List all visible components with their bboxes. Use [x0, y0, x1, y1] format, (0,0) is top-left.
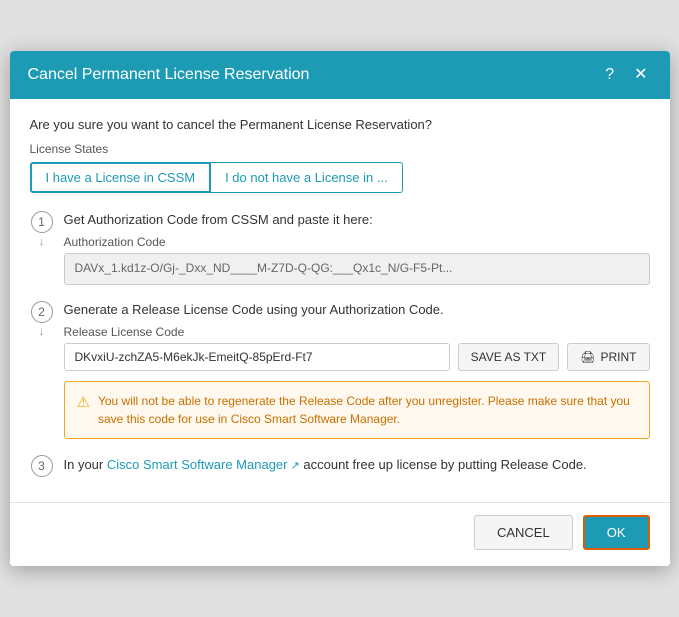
header-actions: ? ✕: [601, 65, 651, 85]
step-2-row: 2 ↓ Generate a Release License Code usin…: [30, 301, 650, 449]
step3-before: In your: [64, 457, 107, 472]
confirm-text: Are you sure you want to cancel the Perm…: [30, 117, 650, 132]
help-button[interactable]: ?: [601, 65, 618, 85]
dialog-header: Cancel Permanent License Reservation ? ✕: [10, 51, 670, 99]
step-1-circle: 1: [31, 211, 53, 233]
release-code-label: Release License Code: [64, 325, 650, 339]
tab-no-license[interactable]: I do not have a License in ...: [211, 162, 403, 193]
ok-button[interactable]: OK: [583, 515, 650, 550]
dialog-title: Cancel Permanent License Reservation: [28, 66, 310, 84]
step-2-arrow: ↓: [39, 325, 45, 337]
step-3-indicator: 3: [30, 455, 54, 477]
step-1-description: Get Authorization Code from CSSM and pas…: [64, 211, 650, 229]
license-tab-group: I have a License in CSSM I do not have a…: [30, 162, 650, 193]
dialog-body: Are you sure you want to cancel the Perm…: [10, 99, 670, 503]
license-states-label: License States: [30, 142, 650, 156]
step3-after: account free up license by putting Relea…: [300, 457, 587, 472]
save-as-txt-button[interactable]: SAVE AS TXT: [458, 343, 560, 371]
warning-icon: ⚠: [77, 393, 90, 411]
step-2-indicator: 2 ↓: [30, 301, 54, 337]
close-button[interactable]: ✕: [630, 65, 651, 85]
step-3-content: In your Cisco Smart Software Manager acc…: [64, 455, 650, 485]
step-1-row: 1 ↓ Get Authorization Code from CSSM and…: [30, 211, 650, 295]
auth-code-label: Authorization Code: [64, 235, 650, 249]
step-3-circle: 3: [31, 455, 53, 477]
step-3-text: In your Cisco Smart Software Manager acc…: [64, 455, 650, 475]
step-2-circle: 2: [31, 301, 53, 323]
dialog-footer: CANCEL OK: [10, 502, 670, 566]
step-1-indicator: 1 ↓: [30, 211, 54, 247]
step-1-arrow: ↓: [39, 235, 45, 247]
step-1-content: Get Authorization Code from CSSM and pas…: [64, 211, 650, 295]
print-icon: 🖨: [580, 350, 595, 364]
tab-has-license[interactable]: I have a License in CSSM: [30, 162, 212, 193]
dialog-cancel-license: Cancel Permanent License Reservation ? ✕…: [10, 51, 670, 567]
print-button[interactable]: 🖨 PRINT: [567, 343, 649, 371]
step-2-content: Generate a Release License Code using yo…: [64, 301, 650, 449]
auth-code-field[interactable]: DAVx_1.kd1z-O/Gj-_Dxx_ND____M-Z7D-Q-QG:_…: [64, 253, 650, 285]
warning-text: You will not be able to regenerate the R…: [98, 392, 637, 428]
release-code-row: SAVE AS TXT 🖨 PRINT: [64, 343, 650, 371]
cancel-button[interactable]: CANCEL: [474, 515, 573, 550]
step-3-row: 3 In your Cisco Smart Software Manager a…: [30, 455, 650, 485]
warning-box: ⚠ You will not be able to regenerate the…: [64, 381, 650, 439]
print-label: PRINT: [601, 350, 637, 364]
step-2-description: Generate a Release License Code using yo…: [64, 301, 650, 319]
release-code-input[interactable]: [64, 343, 450, 371]
cssm-link[interactable]: Cisco Smart Software Manager: [107, 457, 300, 472]
